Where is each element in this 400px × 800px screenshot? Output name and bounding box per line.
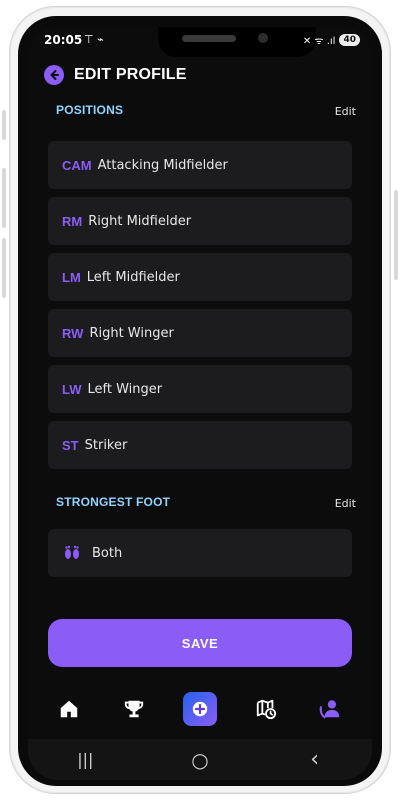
position-item-lw[interactable]: LW Left Winger [48,365,352,413]
strongest-foot-item[interactable]: Both [48,529,352,577]
save-button-label: SAVE [181,635,219,651]
position-item-st[interactable]: ST Striker [48,421,352,469]
phone-power-button [394,190,398,280]
position-name: Left Winger [87,381,163,397]
bottom-tab-bar [28,685,372,733]
recents-icon: ||| [77,750,94,769]
position-name: Right Winger [89,325,174,341]
phone-side-button [2,110,6,140]
tab-home[interactable] [49,689,89,729]
position-code: ST [62,437,79,453]
home-icon [60,700,78,718]
position-name: Right Midfielder [88,213,192,229]
back-nav-button[interactable]: ‹ [295,745,335,775]
front-camera [258,33,268,43]
speaker-grill [182,35,236,42]
position-code: LM [62,269,81,285]
app-screen: 20:05 ⊤ ⌁ ✕ ᯤ .ıl 40 EDIT PROFILE POSITI… [28,27,372,780]
position-code: RW [62,325,84,341]
status-time: 20:05 [44,33,83,47]
profile-icon [319,700,340,719]
system-nav-bar: ||| ○ ‹ [28,739,372,780]
add-icon [192,701,208,717]
position-name: Left Midfielder [86,269,180,285]
strongest-foot-edit-link[interactable]: Edit [335,497,356,510]
position-name: Attacking Midfielder [97,157,228,173]
phone-side-button [2,238,6,298]
strongest-foot-value: Both [92,545,123,561]
position-item-rm[interactable]: RM Right Midfielder [48,197,352,245]
tab-schedule[interactable] [246,689,286,729]
save-button[interactable]: SAVE [48,619,352,667]
strongest-foot-section-title: STRONGEST FOOT [56,495,171,509]
tab-add[interactable] [180,689,220,729]
position-name: Striker [84,437,128,453]
position-code: RM [62,213,83,229]
position-item-rw[interactable]: RW Right Winger [48,309,352,357]
camera-notch [158,27,316,57]
phone-side-button [2,168,6,228]
page-header: EDIT PROFILE [44,65,187,85]
add-tab-badge [182,692,217,726]
arrow-left-icon [50,70,59,80]
back-button[interactable] [44,65,64,85]
tab-profile[interactable] [311,689,351,729]
home-nav-button[interactable]: ○ [180,745,220,775]
feet-icon [65,545,79,559]
positions-edit-link[interactable]: Edit [335,105,356,118]
screen-bezel: 20:05 ⊤ ⌁ ✕ ᯤ .ıl 40 EDIT PROFILE POSITI… [18,16,382,786]
recents-button[interactable]: ||| [65,745,105,775]
page-title: EDIT PROFILE [74,66,187,83]
status-left-icons: ⊤ ⌁ [84,33,104,46]
tab-trophies[interactable] [114,689,154,729]
status-right-icons: ✕ ᯤ .ıl 40 [303,33,360,47]
positions-section-title: POSITIONS [56,103,124,117]
home-circle-icon: ○ [191,747,209,772]
battery-indicator: 40 [339,34,360,46]
position-item-cam[interactable]: CAM Attacking Midfielder [48,141,352,189]
position-code: LW [62,381,82,397]
position-item-lm[interactable]: LM Left Midfielder [48,253,352,301]
back-chevron-icon: ‹ [310,747,320,772]
map-clock-icon [256,699,276,720]
signal-icons: ✕ ᯤ .ıl [302,36,336,47]
trophy-icon [125,700,144,718]
position-code: CAM [62,157,92,173]
